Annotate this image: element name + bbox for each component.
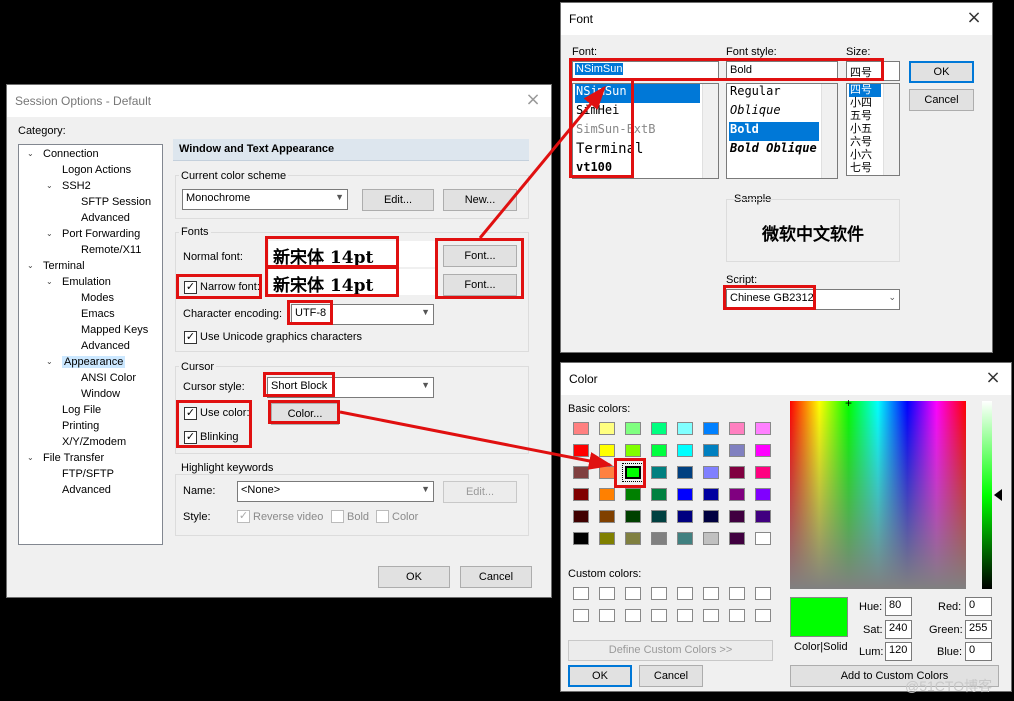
arrow-to-color-dialog	[339, 410, 613, 470]
watermark: @51CTO博客	[905, 678, 993, 694]
arrow-to-font-dialog	[478, 85, 606, 239]
annotation-arrows	[339, 85, 613, 470]
